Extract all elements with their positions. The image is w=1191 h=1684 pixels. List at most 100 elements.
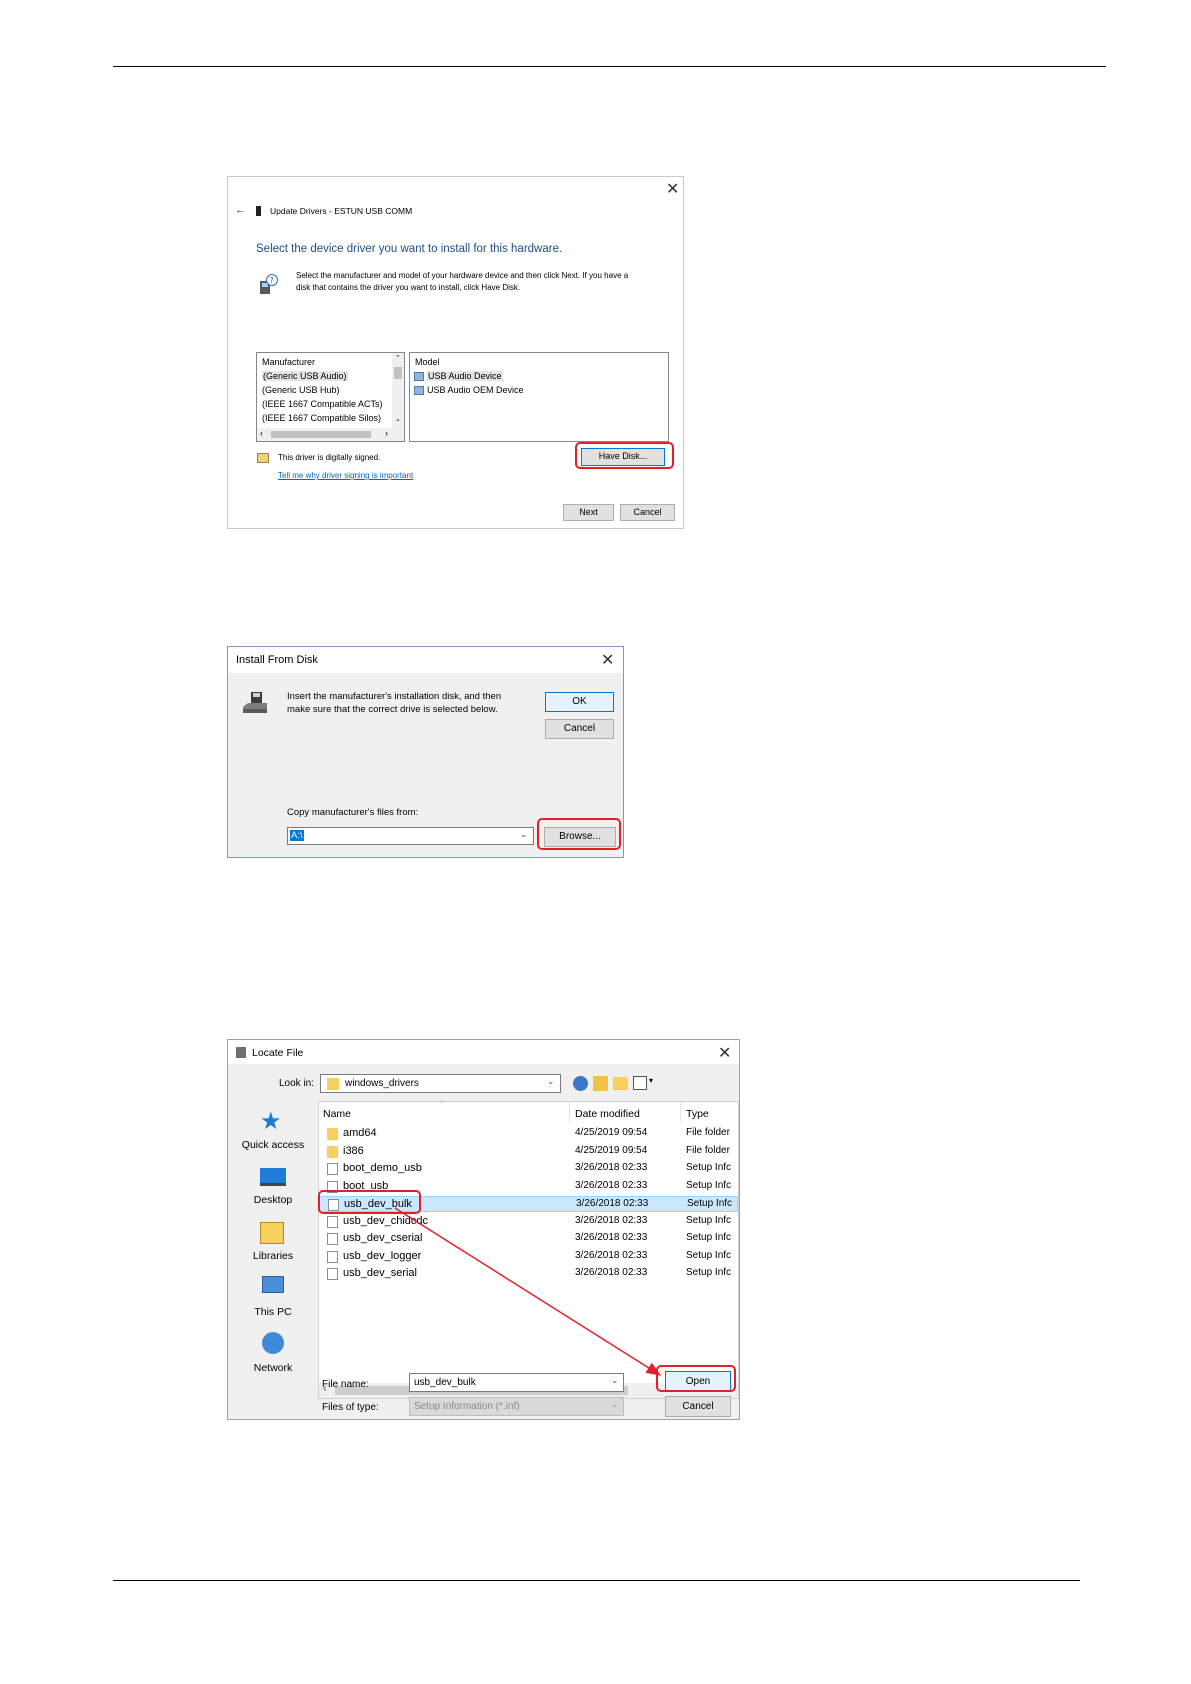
nav-item-quick-access[interactable]: Quick access bbox=[233, 1139, 313, 1151]
new-folder-icon[interactable] bbox=[613, 1077, 628, 1090]
manufacturer-item[interactable]: (IEEE 1667 Compatible Silos) bbox=[262, 413, 381, 423]
header-rule bbox=[113, 66, 1106, 67]
file-type: Setup Infc bbox=[686, 1162, 732, 1173]
column-header-name[interactable]: Name bbox=[323, 1108, 351, 1120]
description-line-1: Select the manufacturer and model of you… bbox=[296, 271, 629, 280]
vertical-scrollbar[interactable]: ⌃ ⌄ bbox=[392, 353, 404, 428]
file-type-combobox[interactable]: Setup Information (*.inf) ⌄ bbox=[409, 1397, 624, 1416]
ok-button[interactable]: OK bbox=[545, 692, 614, 712]
chevron-down-icon[interactable]: ⌄ bbox=[611, 1375, 619, 1386]
close-icon[interactable]: ✕ bbox=[601, 650, 614, 670]
nav-item-this-pc[interactable]: This PC bbox=[233, 1306, 313, 1318]
cancel-button[interactable]: Cancel bbox=[620, 504, 675, 521]
instruction-line-2: make sure that the correct drive is sele… bbox=[287, 704, 498, 715]
file-name: usb_dev_logger bbox=[343, 1249, 422, 1262]
nav-item-libraries[interactable]: Libraries bbox=[233, 1250, 313, 1262]
quick-access-icon[interactable]: ★ bbox=[260, 1110, 282, 1134]
manufacturer-list[interactable]: Manufacturer (Generic USB Audio) (Generi… bbox=[256, 352, 405, 442]
footer-rule bbox=[113, 1580, 1080, 1581]
file-type-value[interactable]: Setup Information (*.inf) bbox=[414, 1401, 520, 1412]
this-pc-icon[interactable] bbox=[262, 1276, 284, 1293]
libraries-icon[interactable] bbox=[260, 1222, 284, 1244]
svg-text:?: ? bbox=[270, 276, 274, 285]
model-item[interactable]: USB Audio Device bbox=[427, 371, 503, 381]
floppy-drive-icon bbox=[242, 692, 268, 716]
cancel-button[interactable]: Cancel bbox=[545, 719, 614, 739]
file-type: Setup Infc bbox=[686, 1267, 732, 1278]
manufacturer-item[interactable]: (Generic USB Audio) bbox=[262, 371, 348, 381]
have-disk-highlight bbox=[575, 442, 674, 469]
file-type: Setup Infc bbox=[686, 1179, 732, 1191]
title-bar: Install From Disk ✕ bbox=[228, 647, 623, 673]
model-list[interactable]: Model USB Audio Device USB Audio OEM Dev… bbox=[409, 352, 669, 442]
file-list[interactable]: ⌃ Name Date modified Type amd64 4/25/2019… bbox=[318, 1101, 739, 1399]
column-header-date[interactable]: Date modified bbox=[575, 1108, 640, 1120]
file-row[interactable]: amd64 4/25/2019 09:54 File folder bbox=[319, 1126, 738, 1142]
look-in-combobox[interactable]: windows_drivers ⌄ bbox=[320, 1074, 561, 1093]
dialog-title: Update Drivers - ESTUN USB COMM bbox=[270, 206, 413, 216]
look-in-label: Look in: bbox=[279, 1078, 315, 1089]
column-header-type[interactable]: Type bbox=[686, 1108, 709, 1120]
horizontal-scrollbar[interactable]: ‹ › bbox=[257, 428, 404, 441]
title-bar: Locate File ✕ bbox=[228, 1040, 739, 1064]
chevron-down-icon[interactable]: ⌄ bbox=[520, 829, 528, 840]
file-type: File folder bbox=[686, 1144, 730, 1156]
chevron-down-icon[interactable]: ⌄ bbox=[611, 1399, 619, 1410]
browse-highlight bbox=[537, 818, 621, 850]
next-button[interactable]: Next bbox=[563, 504, 614, 521]
file-row[interactable]: usb_dev_logger 3/26/2018 02:33 Setup Infc bbox=[319, 1249, 738, 1265]
view-menu-chevron-icon[interactable]: ▾ bbox=[649, 1076, 653, 1085]
chevron-up-icon[interactable]: ⌃ bbox=[395, 354, 401, 362]
file-date: 3/26/2018 02:33 bbox=[575, 1232, 648, 1243]
view-menu-icon[interactable] bbox=[633, 1076, 647, 1090]
back-arrow-icon[interactable]: ← bbox=[235, 204, 246, 216]
back-icon[interactable] bbox=[573, 1076, 588, 1091]
selected-file-highlight bbox=[318, 1190, 421, 1214]
file-row[interactable]: usb_dev_cserial 3/26/2018 02:33 Setup Infc bbox=[319, 1231, 738, 1247]
file-date: 4/25/2019 09:54 bbox=[575, 1127, 648, 1138]
setup-file-icon bbox=[327, 1215, 338, 1228]
file-row[interactable]: usb_dev_serial 3/26/2018 02:33 Setup Infc bbox=[319, 1266, 738, 1282]
nav-item-network[interactable]: Network bbox=[233, 1362, 313, 1374]
network-icon[interactable] bbox=[262, 1332, 284, 1354]
file-name-combobox[interactable]: usb_dev_bulk ⌄ bbox=[409, 1373, 624, 1392]
file-date: 3/26/2018 02:33 bbox=[575, 1249, 648, 1261]
chevron-right-icon[interactable]: › bbox=[385, 428, 388, 438]
file-name: usb_dev_chidcdc bbox=[343, 1214, 429, 1227]
up-folder-icon[interactable] bbox=[593, 1076, 608, 1091]
nav-item-desktop[interactable]: Desktop bbox=[233, 1194, 313, 1206]
locate-file-icon bbox=[236, 1047, 246, 1058]
file-row[interactable]: boot_demo_usb 3/26/2018 02:33 Setup Infc bbox=[319, 1161, 738, 1177]
manufacturer-item[interactable]: (Generic USB Hub) bbox=[262, 385, 340, 395]
manufacturer-item[interactable]: (IEEE 1667 Compatible ACTs) bbox=[262, 399, 383, 409]
setup-file-icon bbox=[327, 1250, 338, 1263]
file-date: 4/25/2019 09:54 bbox=[575, 1144, 648, 1156]
source-path-value[interactable]: A:\ bbox=[290, 830, 304, 841]
file-type: File folder bbox=[686, 1127, 730, 1138]
driver-signing-link[interactable]: Tell me why driver signing is important bbox=[278, 471, 413, 480]
chevron-down-icon[interactable]: ⌄ bbox=[395, 415, 401, 423]
column-divider[interactable] bbox=[680, 1102, 681, 1122]
cancel-button[interactable]: Cancel bbox=[665, 1396, 731, 1417]
manufacturer-header: Manufacturer bbox=[262, 357, 316, 367]
close-icon[interactable]: ✕ bbox=[718, 1043, 731, 1063]
scrollbar-thumb[interactable] bbox=[394, 367, 402, 379]
column-divider[interactable] bbox=[569, 1102, 570, 1122]
sort-chevron-icon: ⌃ bbox=[439, 1101, 445, 1108]
close-icon[interactable]: ✕ bbox=[666, 179, 679, 199]
model-item[interactable]: USB Audio OEM Device bbox=[427, 385, 524, 395]
scrollbar-thumb[interactable] bbox=[271, 431, 371, 438]
instruction-line-1: Insert the manufacturer's installation d… bbox=[287, 691, 502, 702]
chevron-left-icon[interactable]: ‹ bbox=[260, 428, 263, 438]
look-in-value[interactable]: windows_drivers bbox=[345, 1078, 419, 1089]
file-date: 3/26/2018 02:33 bbox=[575, 1179, 648, 1191]
file-name-value[interactable]: usb_dev_bulk bbox=[414, 1377, 476, 1388]
file-row[interactable]: usb_dev_chidcdc 3/26/2018 02:33 Setup Infc bbox=[319, 1214, 738, 1230]
file-row[interactable]: i386 4/25/2019 09:54 File folder bbox=[319, 1144, 738, 1160]
source-path-combobox[interactable]: A:\ ⌄ bbox=[287, 827, 534, 845]
setup-file-icon bbox=[327, 1163, 338, 1175]
chevron-down-icon[interactable]: ⌄ bbox=[547, 1076, 555, 1087]
desktop-icon[interactable] bbox=[260, 1168, 286, 1186]
folder-icon bbox=[327, 1078, 339, 1090]
signed-status-text: This driver is digitally signed. bbox=[278, 453, 381, 462]
